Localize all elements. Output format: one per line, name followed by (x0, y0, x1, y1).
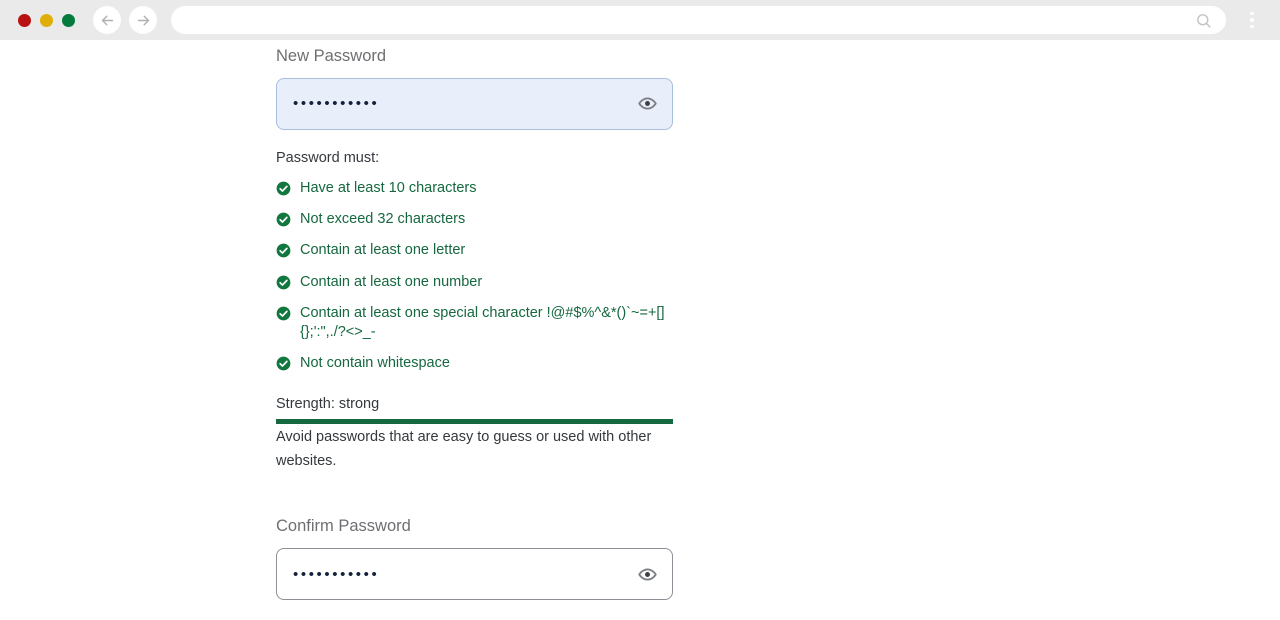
maximize-window-button[interactable] (62, 13, 75, 27)
more-vertical-icon[interactable] (1240, 6, 1264, 34)
check-circle-icon (276, 181, 291, 196)
requirement-text: Have at least 10 characters (300, 180, 477, 197)
requirement-item: Not contain whitespace (276, 354, 673, 373)
eye-icon (637, 568, 657, 581)
eye-icon (637, 97, 657, 110)
navigation-buttons (93, 6, 157, 34)
forward-button[interactable] (129, 6, 157, 34)
requirement-text: Contain at least one special character !… (300, 304, 665, 340)
requirement-item: Have at least 10 characters (276, 179, 673, 198)
page-content: New Password ••••••••••• Password must: … (0, 40, 1280, 620)
confirm-password-field[interactable]: ••••••••••• (276, 548, 673, 601)
search-icon[interactable] (1194, 11, 1212, 29)
close-window-button[interactable] (18, 13, 31, 27)
confirm-password-label: Confirm Password (276, 517, 411, 536)
toggle-confirm-password-visibility-button[interactable] (636, 563, 658, 585)
minimize-window-button[interactable] (40, 13, 53, 27)
requirement-text: Not exceed 32 characters (300, 211, 466, 228)
check-circle-icon (276, 275, 291, 289)
requirement-item: Contain at least one number (276, 273, 673, 292)
check-circle-icon (276, 356, 291, 371)
toggle-new-password-visibility-button[interactable] (636, 93, 658, 115)
password-strength-hint: Avoid passwords that are easy to guess o… (276, 429, 652, 470)
check-circle-icon (276, 212, 291, 227)
requirement-text: Contain at least one letter (300, 242, 466, 259)
check-circle-icon (276, 244, 291, 258)
window-controls (18, 13, 75, 27)
arrow-right-icon (137, 15, 149, 25)
confirm-password-value: ••••••••••• (293, 565, 380, 583)
requirement-item: Contain at least one letter (276, 241, 673, 260)
arrow-left-icon (101, 15, 113, 25)
requirement-text: Contain at least one number (300, 273, 483, 290)
password-requirements-title: Password must: (276, 149, 380, 166)
browser-chrome (0, 0, 1280, 40)
requirement-text: Not contain whitespace (300, 354, 450, 371)
new-password-label: New Password (276, 47, 387, 65)
password-form: New Password ••••••••••• Password must: … (276, 40, 673, 601)
password-requirements-list: Have at least 10 characters Not exceed 3… (276, 179, 673, 373)
new-password-value: ••••••••••• (293, 95, 380, 113)
password-strength-label: Strength: strong (276, 396, 380, 413)
back-button[interactable] (93, 6, 121, 34)
password-strength-bar (276, 419, 673, 425)
address-bar[interactable] (171, 6, 1226, 34)
new-password-field[interactable]: ••••••••••• (276, 77, 673, 130)
requirement-item: Contain at least one special character !… (276, 304, 673, 342)
address-input[interactable] (185, 12, 1194, 28)
check-circle-icon (276, 306, 291, 321)
requirement-item: Not exceed 32 characters (276, 210, 673, 229)
